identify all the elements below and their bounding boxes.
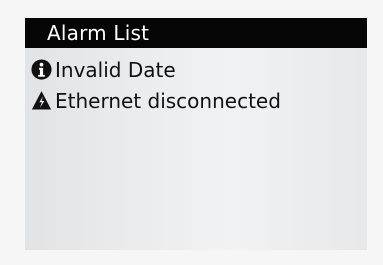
alarm-item-ethernet-disconnected[interactable]: Ethernet disconnected: [31, 85, 361, 116]
warning-lightning-icon: [31, 91, 52, 110]
alarm-list-screen: Alarm List Invalid Date Ethernet disconn…: [25, 18, 367, 250]
alarm-list-title: Alarm List: [47, 21, 150, 45]
alarm-item-label: Invalid Date: [55, 57, 176, 82]
alarm-item-label: Ethernet disconnected: [55, 88, 281, 113]
alarm-item-invalid-date[interactable]: Invalid Date: [31, 54, 361, 85]
alarm-list-header: Alarm List: [25, 18, 367, 48]
alarm-list: Invalid Date Ethernet disconnected: [31, 54, 361, 116]
info-icon: [31, 59, 52, 80]
